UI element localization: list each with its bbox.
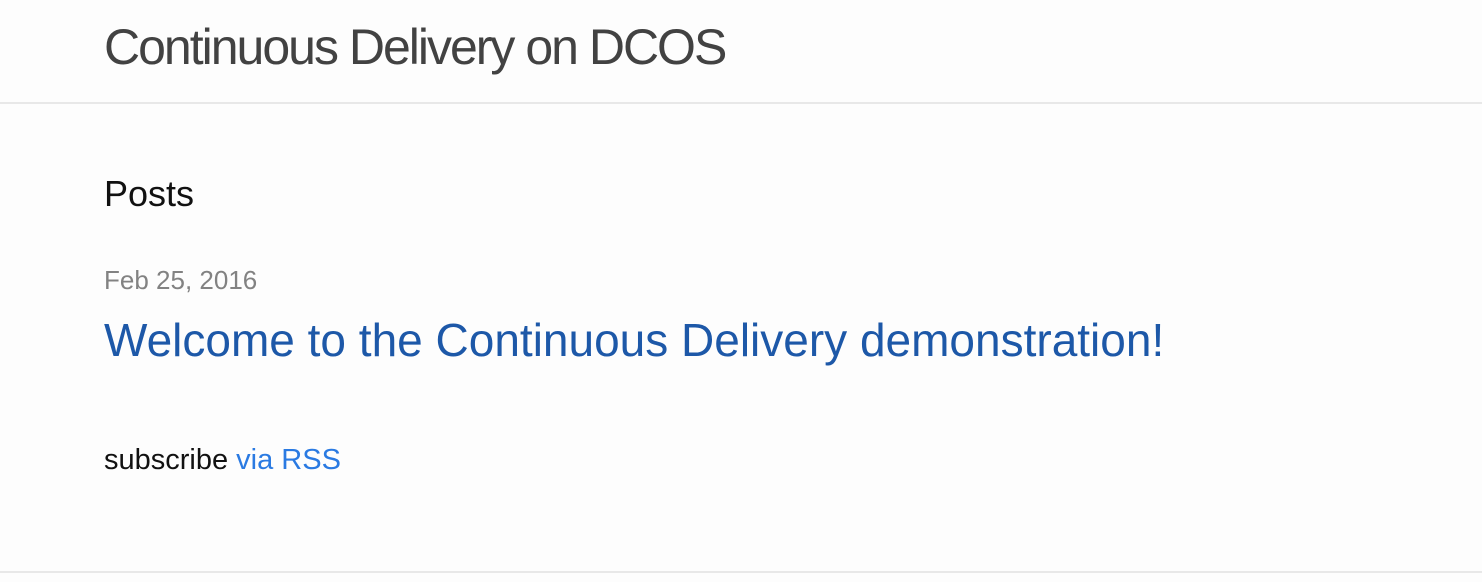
site-header: Continuous Delivery on DCOS	[0, 0, 1482, 104]
post-title-link[interactable]: Welcome to the Continuous Delivery demon…	[104, 312, 1164, 368]
site-footer	[0, 571, 1482, 582]
site-title-link[interactable]: Continuous Delivery on DCOS	[104, 18, 727, 76]
page-heading: Posts	[104, 173, 195, 214]
rss-subscribe-label: subscribe	[104, 444, 237, 476]
rss-link[interactable]: via RSS	[236, 444, 341, 476]
rss-subscribe: subscribe via RSS	[104, 442, 341, 478]
post-date: Feb 25, 2016	[104, 265, 258, 295]
